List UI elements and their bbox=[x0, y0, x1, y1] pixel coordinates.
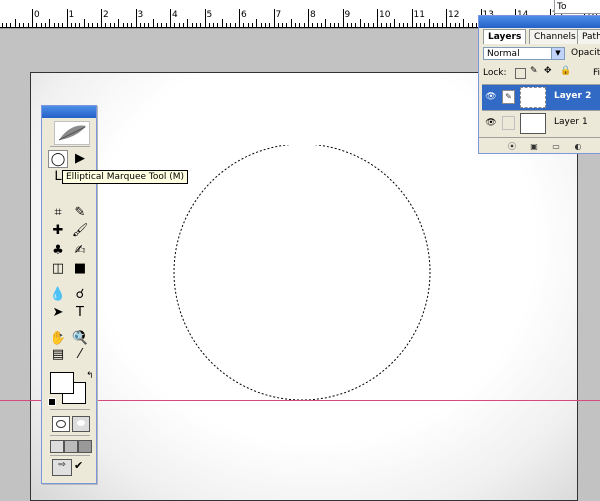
brush-tool[interactable]: 🖌 bbox=[70, 222, 90, 240]
crop-tool[interactable]: ⌗ bbox=[48, 204, 68, 222]
tab-paths[interactable]: Path bbox=[577, 29, 600, 44]
layer-name: Layer 2 bbox=[554, 91, 592, 101]
healing-brush-tool[interactable]: ✚ bbox=[48, 222, 68, 240]
ruler-number: 10 bbox=[379, 10, 391, 20]
hand-tool[interactable]: ✋ bbox=[48, 330, 68, 348]
dodge-tool[interactable]: ☌ bbox=[70, 286, 90, 304]
ruler-number: 6 bbox=[241, 10, 247, 20]
tab-channels[interactable]: Channels bbox=[529, 29, 581, 44]
layer-thumbnail bbox=[520, 87, 546, 108]
type-tool[interactable]: T bbox=[70, 304, 90, 322]
ruler-number: 3 bbox=[137, 10, 144, 20]
layer-row-layer-2[interactable]: 👁 ✎ Layer 2 bbox=[482, 84, 600, 110]
blend-mode-value: Normal bbox=[487, 49, 520, 59]
standard-screen-mode-icon[interactable] bbox=[50, 440, 64, 453]
layer-mask-icon[interactable]: ▣ bbox=[528, 142, 540, 152]
chevron-down-icon[interactable]: ▼ bbox=[551, 48, 564, 59]
lock-label: Lock: bbox=[483, 68, 507, 78]
feather-logo-icon[interactable] bbox=[54, 121, 90, 145]
toolbox-panel: ◯▶ᒪ✳⌗✎✚🖌♣✍◫■💧☌➤T✒✪▤⁄✋🔍 ↰ ⇨ ✔ bbox=[41, 105, 97, 484]
jump-to-imageready-icon[interactable]: ⇨ bbox=[52, 459, 72, 476]
eraser-tool[interactable]: ◫ bbox=[48, 260, 68, 278]
lock-image-icon[interactable]: ✎ bbox=[530, 66, 538, 76]
tool-tooltip: Elliptical Marquee Tool (M) bbox=[62, 170, 189, 184]
opacity-label: Opacity bbox=[571, 48, 600, 58]
eye-icon[interactable]: 👁 bbox=[484, 90, 498, 104]
blur-tool[interactable]: 💧 bbox=[48, 286, 68, 304]
toolbox-divider bbox=[50, 146, 90, 147]
lock-position-icon[interactable]: ✥ bbox=[544, 66, 552, 76]
layer-row-layer-1[interactable]: 👁 Layer 1 bbox=[482, 110, 600, 136]
blend-mode-select[interactable]: Normal ▼ bbox=[483, 47, 565, 60]
ruler-number: 7 bbox=[275, 10, 282, 20]
ruler-number: 1 bbox=[68, 10, 75, 20]
ruler-number: 2 bbox=[103, 10, 109, 20]
full-screen-menu-mode-icon[interactable] bbox=[64, 440, 78, 453]
eye-icon[interactable]: 👁 bbox=[484, 116, 498, 130]
swap-colors-icon[interactable]: ↰ bbox=[86, 371, 94, 381]
adjustment-layer-icon[interactable]: ◐ bbox=[572, 142, 584, 152]
notes-tool[interactable]: ▤ bbox=[48, 346, 68, 364]
elliptical-selection[interactable] bbox=[172, 145, 436, 405]
toolbar-partial-field[interactable]: To bbox=[554, 0, 600, 14]
ruler-number: 0 bbox=[34, 10, 40, 20]
link-slot[interactable] bbox=[502, 116, 515, 130]
foreground-color-swatch[interactable] bbox=[50, 372, 74, 394]
standard-mode-icon[interactable] bbox=[52, 416, 70, 432]
tab-layers[interactable]: Layers bbox=[483, 29, 527, 44]
layer-thumbnail bbox=[520, 113, 546, 134]
default-colors-icon[interactable] bbox=[48, 398, 56, 406]
eyedropper-tool[interactable]: ⁄ bbox=[70, 346, 90, 364]
move-tool[interactable]: ▶ bbox=[70, 150, 90, 168]
zoom-tool[interactable]: 🔍 bbox=[70, 330, 90, 348]
quick-mask-mode-icon[interactable] bbox=[72, 416, 90, 432]
clone-stamp-tool[interactable]: ♣ bbox=[48, 242, 68, 260]
layer-style-icon[interactable]: ⦿ bbox=[506, 142, 518, 152]
layers-palette-title-bar[interactable] bbox=[479, 16, 600, 28]
fill-label: Fi bbox=[593, 68, 600, 78]
brush-icon: ✎ bbox=[502, 90, 515, 104]
toolbox-divider bbox=[50, 455, 90, 456]
gradient-tool[interactable]: ■ bbox=[70, 260, 90, 278]
lock-all-icon[interactable]: 🔒 bbox=[560, 66, 571, 76]
elliptical-marquee-tool[interactable]: ◯ bbox=[48, 150, 68, 168]
slice-tool[interactable]: ✎ bbox=[70, 204, 90, 222]
edit-in-imageready-icon[interactable]: ✔ bbox=[74, 459, 88, 474]
ruler-number: 5 bbox=[206, 10, 213, 20]
ruler-number: 9 bbox=[344, 10, 351, 20]
path-selection-tool[interactable]: ➤ bbox=[48, 304, 68, 322]
toolbox-divider bbox=[50, 409, 90, 410]
ruler-number: 12 bbox=[448, 10, 460, 20]
full-screen-mode-icon[interactable] bbox=[78, 440, 92, 453]
layer-name: Layer 1 bbox=[554, 117, 588, 127]
lock-transparency-icon[interactable] bbox=[515, 68, 526, 79]
layers-palette: Layers Channels Path Normal ▼ Opacity Lo… bbox=[478, 15, 600, 154]
ruler-number: 4 bbox=[172, 10, 178, 20]
new-set-icon[interactable]: ▭ bbox=[550, 142, 562, 152]
toolbox-divider bbox=[50, 435, 90, 436]
palette-divider bbox=[479, 137, 600, 138]
ruler-number: 8 bbox=[310, 10, 316, 20]
ruler-number: 11 bbox=[413, 10, 425, 20]
history-brush-tool[interactable]: ✍ bbox=[70, 242, 90, 260]
toolbox-title-bar[interactable] bbox=[42, 106, 96, 118]
